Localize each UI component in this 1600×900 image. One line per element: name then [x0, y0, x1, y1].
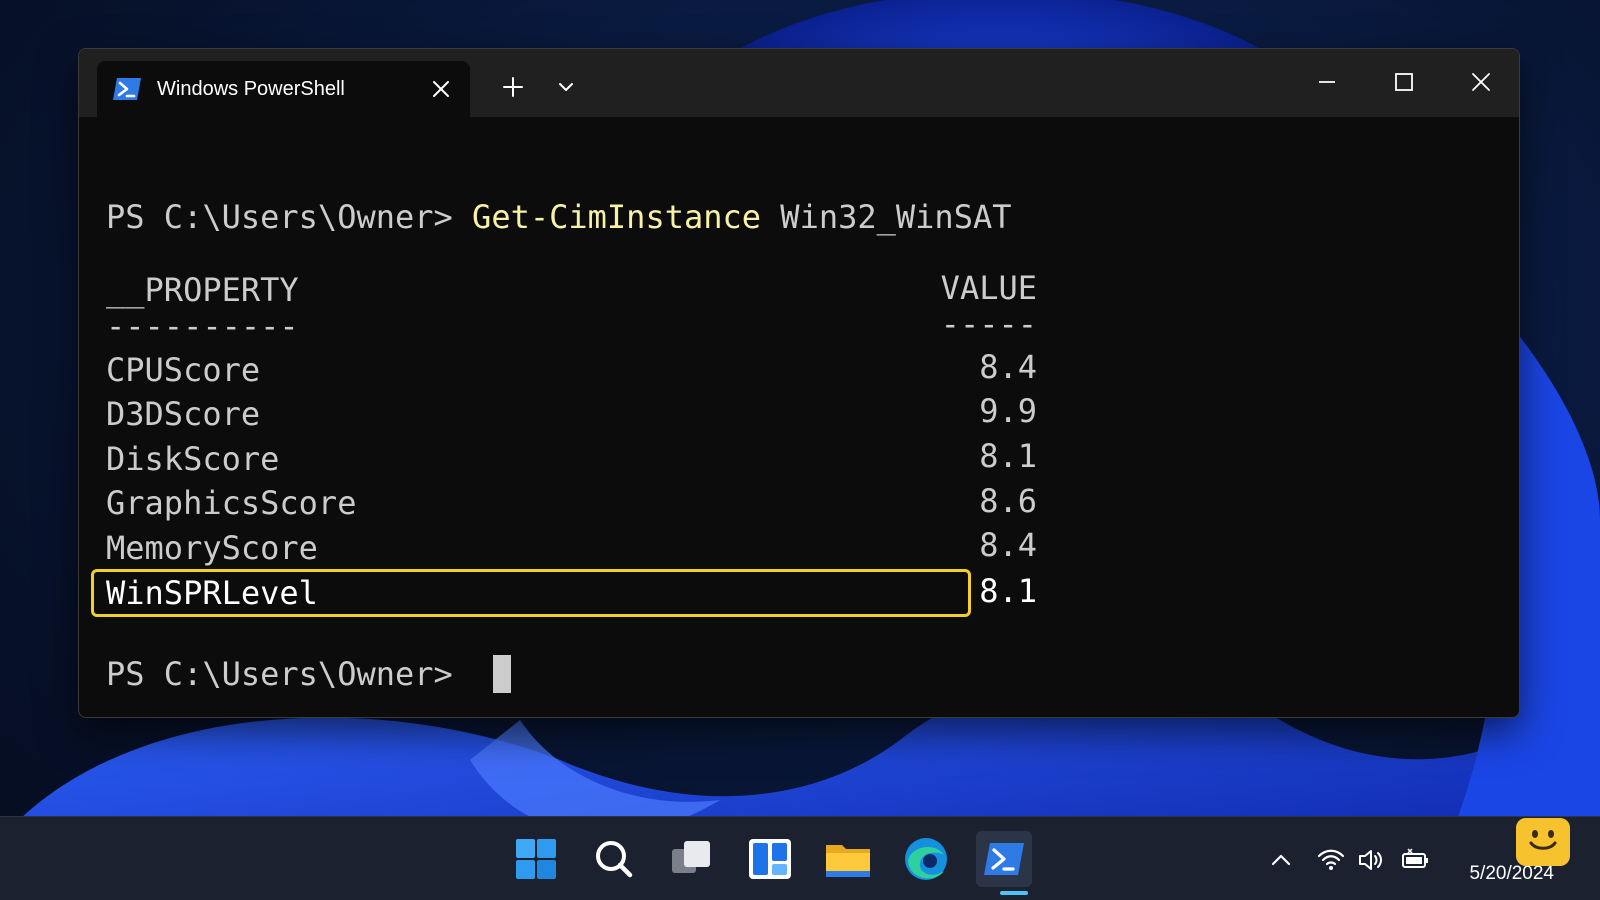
row-value: 9.9 [979, 392, 1037, 430]
search-icon[interactable] [586, 831, 642, 887]
close-window-icon[interactable] [1449, 61, 1513, 103]
wifi-icon[interactable] [1316, 845, 1346, 875]
new-tab-icon[interactable] [499, 73, 527, 101]
task-view-icon[interactable] [664, 831, 720, 887]
command-cmdlet: Get-CimInstance [472, 198, 762, 236]
maximize-icon[interactable] [1372, 61, 1436, 103]
row-value: 8.4 [979, 526, 1037, 564]
chevron-down-icon[interactable] [552, 73, 580, 101]
row-property-highlighted: WinSPRLevel [106, 574, 318, 612]
windows-start-icon[interactable] [508, 831, 564, 887]
smiley-icon [1516, 818, 1570, 866]
title-bar: Windows PowerShell [79, 49, 1519, 117]
row-property: D3DScore [106, 395, 261, 433]
battery-icon[interactable] [1400, 845, 1430, 875]
powershell-icon [113, 78, 141, 100]
active-app-indicator [1000, 891, 1028, 895]
row-property: CPUScore [106, 351, 261, 389]
powershell-taskbar-button[interactable] [976, 831, 1032, 887]
header-property-underline: ---------- [106, 307, 299, 345]
taskbar: 10:3 5/20/2024 [0, 816, 1600, 900]
final-prompt: PS C:\Users\Owner> [106, 655, 473, 693]
header-value-underline: ----- [940, 305, 1037, 343]
close-tab-icon[interactable] [427, 75, 455, 103]
text-cursor [493, 655, 511, 693]
command-argument: Win32_WinSAT [761, 198, 1012, 236]
row-value: 8.1 [979, 437, 1037, 475]
header-value: VALUE [940, 269, 1037, 307]
row-property: DiskScore [106, 440, 280, 478]
widgets-icon[interactable] [742, 831, 798, 887]
powershell-icon [984, 843, 1024, 875]
volume-icon[interactable] [1356, 845, 1386, 875]
tab-powershell[interactable]: Windows PowerShell [97, 61, 470, 117]
chevron-up-icon[interactable] [1266, 845, 1296, 875]
edge-icon[interactable] [898, 831, 954, 887]
row-property: MemoryScore [106, 529, 318, 567]
file-explorer-icon[interactable] [820, 831, 876, 887]
tab-title: Windows PowerShell [157, 78, 345, 100]
prompt: PS C:\Users\Owner> [106, 198, 473, 236]
row-value-highlighted: 8.1 [979, 572, 1037, 610]
minimize-icon[interactable] [1295, 61, 1359, 103]
terminal-output[interactable]: PS C:\Users\Owner> Get-CimInstance Win32… [79, 117, 1519, 717]
row-property: GraphicsScore [106, 484, 357, 522]
command-line: PS C:\Users\Owner> Get-CimInstance Win32… [106, 197, 1011, 237]
powershell-window: Windows PowerShell PS C:\Users\Owner> Ge… [78, 48, 1520, 718]
row-value: 8.4 [979, 348, 1037, 386]
row-value: 8.6 [979, 482, 1037, 520]
header-property: __PROPERTY [106, 271, 299, 309]
